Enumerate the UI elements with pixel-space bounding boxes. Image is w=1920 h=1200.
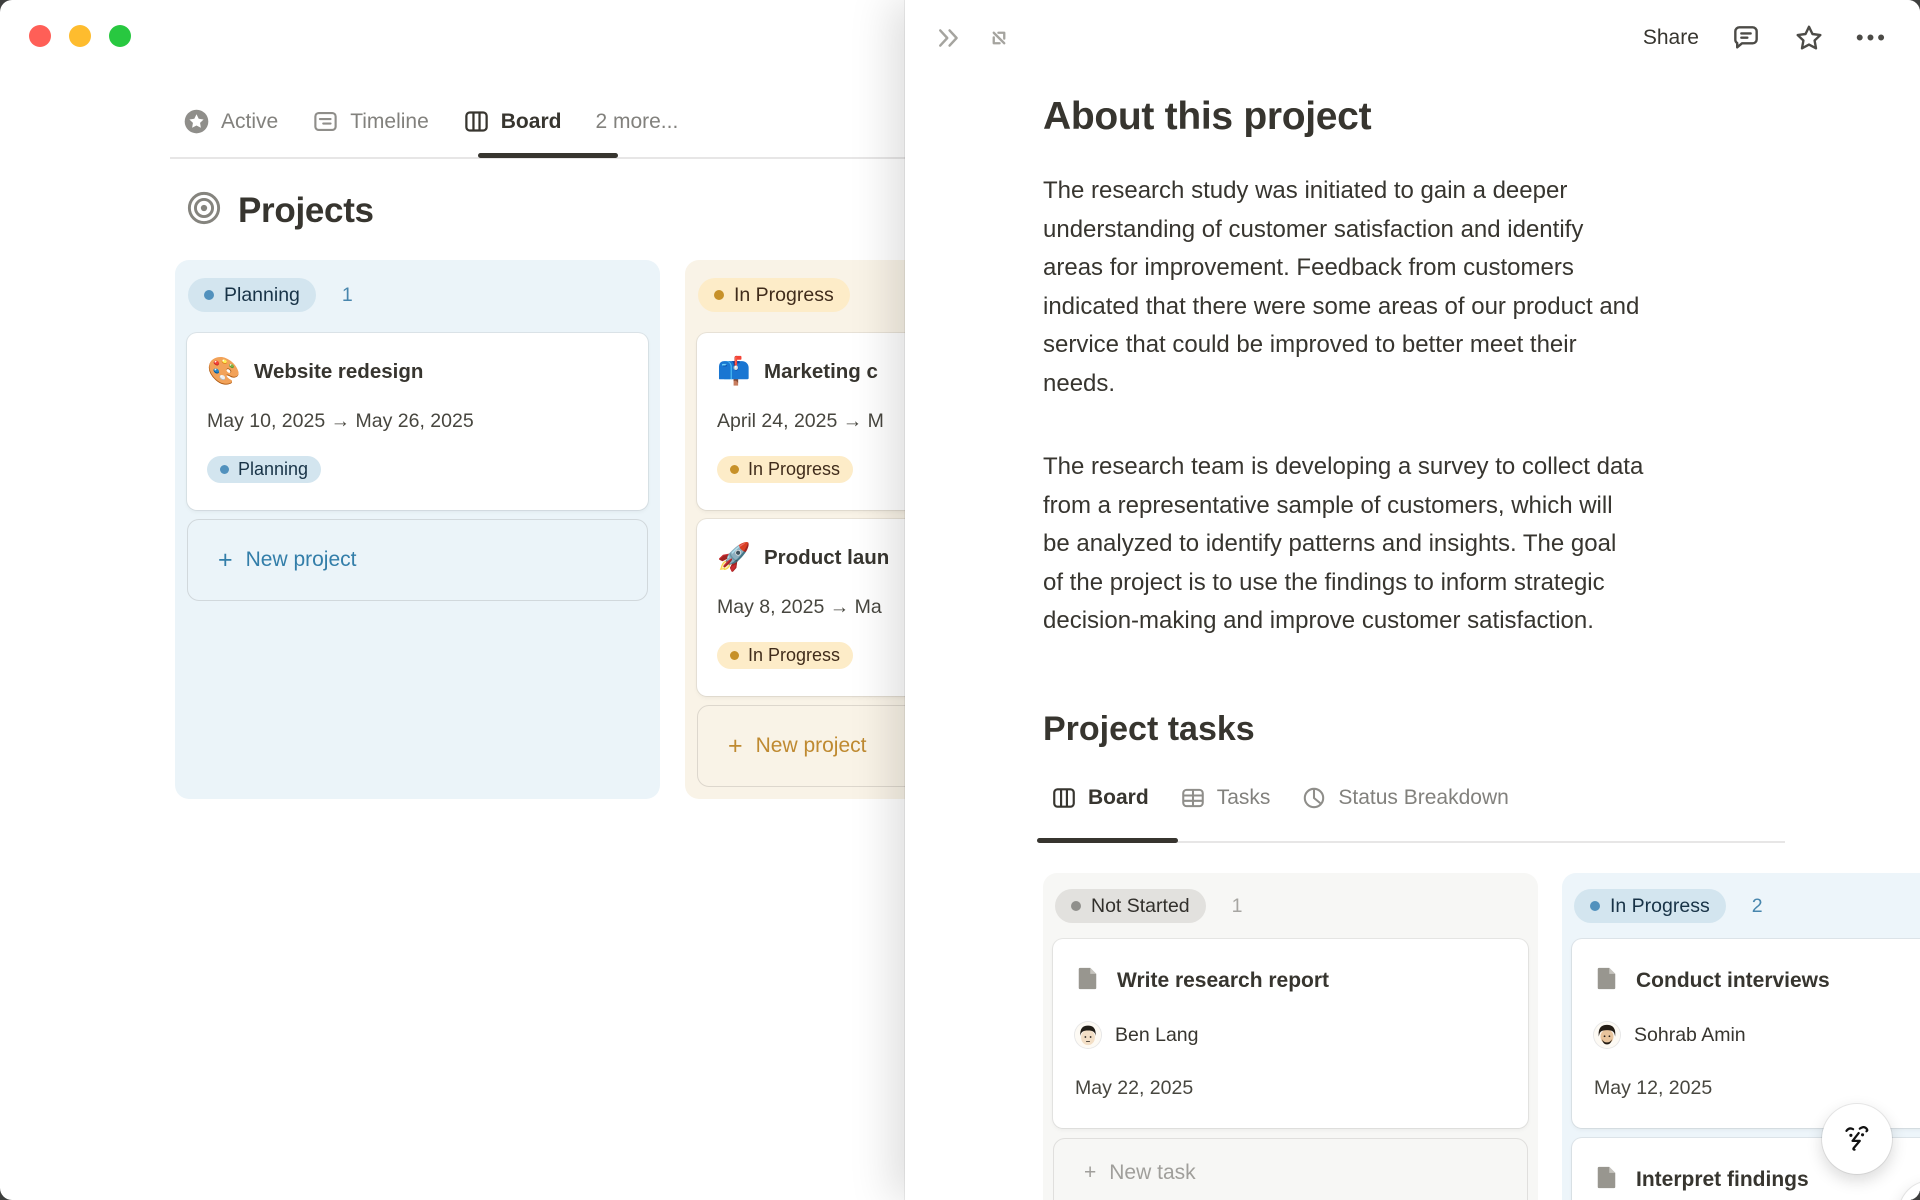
tabs-divider — [1043, 841, 1785, 843]
page-icon — [1594, 1165, 1619, 1195]
board-icon — [1051, 785, 1077, 811]
status-badge: Planning — [188, 278, 316, 312]
tabs-more[interactable]: 2 more... — [595, 110, 678, 134]
assignee-row: Sohrab Amin — [1594, 1022, 1920, 1048]
tab-status-breakdown[interactable]: Status Breakdown — [1301, 785, 1509, 811]
task-title: Interpret findings — [1636, 1168, 1809, 1191]
column-planning: Planning 1 🎨 Website redesign May 10, 20… — [175, 260, 660, 799]
palette-emoji-icon: 🎨 — [207, 356, 241, 386]
section-title: Project tasks — [1043, 710, 1255, 748]
tab-timeline[interactable]: Timeline — [312, 108, 429, 135]
timeline-icon — [312, 108, 339, 135]
status-badge: In Progress — [698, 278, 850, 312]
status-dot — [1071, 901, 1081, 911]
tab-label: Timeline — [350, 109, 429, 133]
column-count: 1 — [1231, 894, 1243, 917]
new-task-button[interactable]: + New task — [1053, 1138, 1528, 1200]
paragraph: The research team is developing a survey… — [1043, 453, 1644, 634]
zoom-button[interactable] — [109, 25, 131, 47]
assignee-name: Sohrab Amin — [1634, 1023, 1746, 1046]
column-header: Planning 1 — [188, 278, 648, 312]
expand-page-icon[interactable] — [985, 24, 1013, 52]
status-badge: In Progress — [1574, 889, 1726, 923]
status-dot — [714, 290, 724, 300]
card-title: Product laun — [764, 545, 890, 569]
column-header: Not Started 1 — [1055, 889, 1529, 923]
project-card[interactable]: 🎨 Website redesign May 10, 2025 → May 26… — [187, 333, 648, 510]
task-date: May 22, 2025 — [1075, 1077, 1194, 1099]
column-not-started: Not Started 1 Write research report Ben … — [1043, 873, 1538, 1200]
view-tabs: Active Timeline Board 2 more... — [183, 108, 678, 135]
tab-label: Active — [221, 109, 279, 133]
status-dot — [1590, 901, 1600, 911]
tab-label: Board — [500, 109, 562, 133]
mailbox-emoji-icon: 📫 — [717, 356, 751, 386]
star-circle-icon — [183, 108, 210, 135]
rocket-emoji-icon: 🚀 — [717, 542, 751, 572]
close-peek-chevrons-icon[interactable] — [935, 24, 963, 52]
page-icon — [1075, 966, 1100, 996]
tab-tasks[interactable]: Tasks — [1180, 785, 1271, 811]
avatar — [1594, 1022, 1620, 1048]
task-title: Write research report — [1117, 969, 1330, 992]
new-project-button[interactable]: + New project — [187, 519, 648, 601]
status-dot — [730, 465, 739, 474]
panel-content: About this project The research study wa… — [1037, 0, 1920, 1200]
plus-icon: + — [218, 545, 233, 574]
notion-ai-button[interactable] — [1822, 1104, 1892, 1174]
tasks-board: Not Started 1 Write research report Ben … — [1043, 873, 1920, 1200]
status-dot — [730, 651, 739, 660]
card-status-tag: In Progress — [717, 456, 854, 483]
tab-label: Board — [1088, 786, 1149, 809]
more-options-icon[interactable]: ••• — [1856, 25, 1888, 51]
side-peek-panel: Share ••• About this project The researc… — [905, 0, 1920, 1200]
plus-icon: + — [1084, 1161, 1097, 1184]
target-icon — [186, 190, 222, 231]
plus-icon: + — [728, 731, 743, 760]
board-icon — [463, 108, 490, 135]
tabs-divider — [170, 157, 910, 159]
assignee-name: Ben Lang — [1115, 1023, 1199, 1046]
card-title: Website redesign — [254, 359, 424, 383]
avatar — [1075, 1022, 1101, 1048]
peek-page-title: About this project — [1043, 95, 1372, 138]
paragraph: The research study was initiated to gain… — [1043, 177, 1640, 397]
status-badge: Not Started — [1055, 889, 1206, 923]
card-status-tag: Planning — [207, 456, 322, 483]
column-header: In Progress 2 — [1574, 889, 1920, 923]
tabs-more-label: 2 more... — [595, 109, 679, 133]
page-header: Projects — [186, 190, 374, 231]
task-title: Conduct interviews — [1636, 969, 1830, 992]
card-date-range: May 10, 2025 → May 26, 2025 — [207, 410, 474, 432]
window-controls — [29, 25, 131, 47]
tab-board[interactable]: Board — [1051, 785, 1149, 811]
task-card[interactable]: Write research report Ben Lang May 22, 2… — [1053, 939, 1528, 1128]
page-icon — [1594, 966, 1619, 996]
tab-active[interactable]: Active — [183, 108, 278, 135]
tab-board[interactable]: Board — [463, 108, 562, 135]
tasks-view-tabs: Board Tasks Status Breakdown — [1051, 785, 1509, 811]
status-dot — [204, 290, 214, 300]
favorite-star-icon[interactable] — [1793, 22, 1825, 54]
app-window: Active Timeline Board 2 more... Projects — [0, 0, 1920, 1200]
status-dot — [220, 465, 229, 474]
tab-label: Status Breakdown — [1338, 786, 1509, 809]
page-title: Projects — [238, 190, 374, 230]
task-card[interactable]: Conduct interviews Sohrab Amin May 12, 2… — [1572, 939, 1920, 1128]
table-icon — [1180, 785, 1206, 811]
column-count: 1 — [341, 283, 353, 306]
tab-label: Tasks — [1216, 786, 1271, 809]
close-button[interactable] — [29, 25, 51, 47]
pie-chart-icon — [1301, 785, 1327, 811]
task-date: May 12, 2025 — [1594, 1077, 1713, 1099]
ai-face-icon — [1837, 1117, 1877, 1162]
assignee-row: Ben Lang — [1075, 1022, 1506, 1048]
column-count: 2 — [1751, 894, 1763, 917]
card-status-tag: In Progress — [717, 642, 854, 669]
card-title: Marketing c — [764, 359, 878, 383]
minimize-button[interactable] — [69, 25, 91, 47]
